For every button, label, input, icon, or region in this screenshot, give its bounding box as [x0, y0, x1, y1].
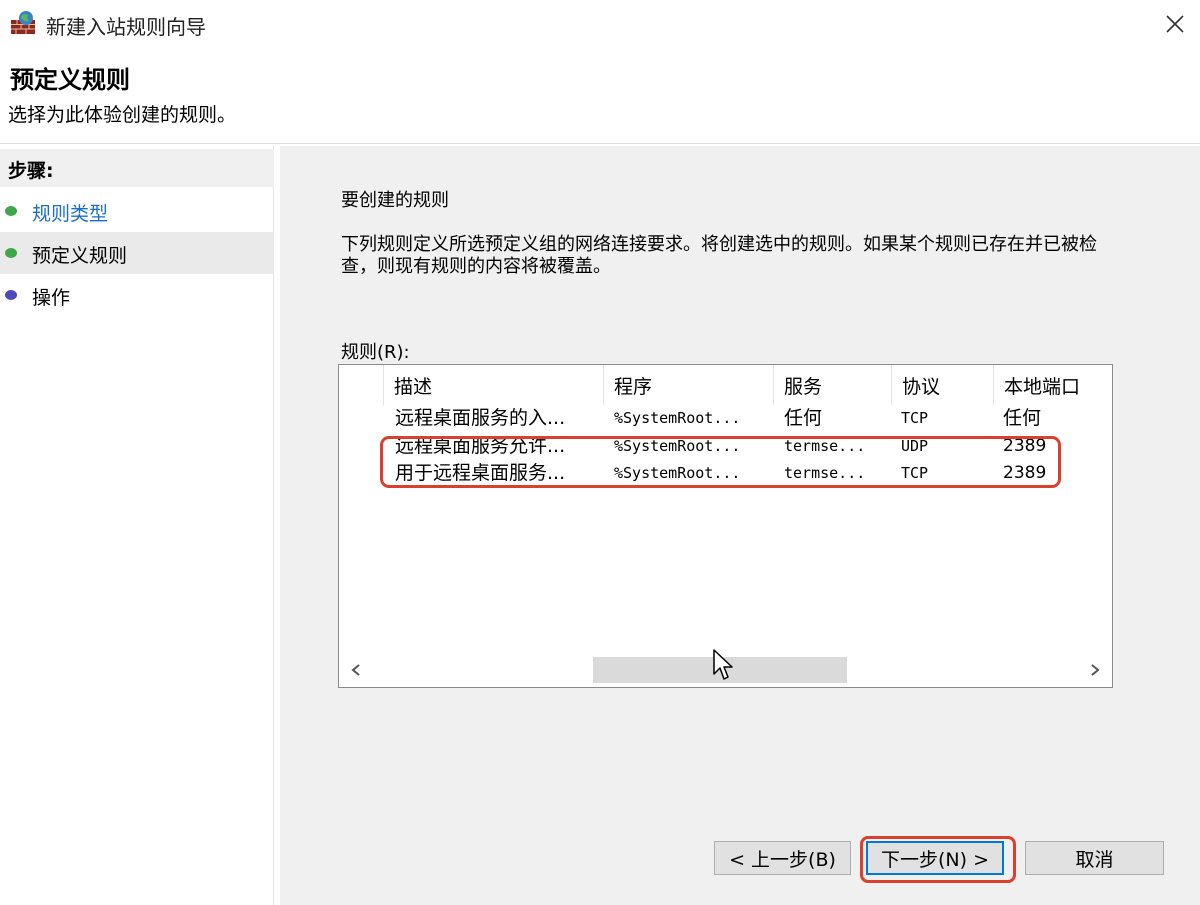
- rule-protocol: UDP: [901, 437, 929, 455]
- rule-service: termse...: [784, 464, 866, 482]
- rule-protocol: TCP: [901, 409, 929, 427]
- step-predefined-rules: 预定义规则: [0, 232, 274, 274]
- rule-row[interactable]: 远程桌面服务允许... %SystemRoot... termse... UDP…: [339, 433, 1112, 460]
- column-header-program[interactable]: 程序: [603, 365, 773, 405]
- steps-heading: 步骤:: [0, 149, 274, 187]
- rule-local-port: 2389: [1003, 463, 1047, 483]
- column-header-local-port[interactable]: 本地端口: [993, 365, 1112, 405]
- section-title: 要创建的规则: [341, 190, 449, 211]
- rule-description: 远程桌面服务允许...: [395, 435, 566, 457]
- scroll-right-button[interactable]: [1078, 653, 1112, 687]
- next-button[interactable]: 下一步(N) >: [866, 841, 1004, 875]
- close-button[interactable]: [1150, 0, 1200, 48]
- rule-description: 用于远程桌面服务...: [395, 462, 566, 484]
- page-title: 预定义规则: [10, 66, 130, 94]
- mouse-cursor-icon: [713, 649, 733, 680]
- rule-description: 远程桌面服务的入...: [395, 407, 566, 429]
- scroll-left-button[interactable]: [339, 653, 373, 687]
- rule-local-port: 2389: [1003, 436, 1047, 456]
- page-subtitle: 选择为此体验创建的规则。: [8, 104, 237, 126]
- step-label: 规则类型: [32, 203, 109, 225]
- section-description: 下列规则定义所选预定义组的网络连接要求。将创建选中的规则。如果某个规则已存在并已…: [341, 234, 1097, 277]
- chevron-right-icon: [1091, 664, 1100, 676]
- step-label: 预定义规则: [32, 245, 128, 267]
- rule-row[interactable]: 用于远程桌面服务... %SystemRoot... termse... TCP…: [339, 460, 1112, 487]
- step-rule-type[interactable]: 规则类型: [0, 190, 274, 232]
- rule-program: %SystemRoot...: [614, 409, 741, 427]
- chevron-left-icon: [351, 664, 360, 676]
- rule-local-port: 任何: [1003, 407, 1042, 429]
- step-label: 操作: [32, 287, 71, 309]
- wizard-header: 预定义规则 选择为此体验创建的规则。: [0, 48, 1200, 144]
- rule-row[interactable]: 远程桌面服务的入... %SystemRoot... 任何 TCP 任何: [339, 405, 1112, 432]
- rule-service: termse...: [784, 437, 866, 455]
- step-status-dot-icon: [5, 206, 17, 216]
- main-content: 要创建的规则 下列规则定义所选预定义组的网络连接要求。将创建选中的规则。如果某个…: [280, 146, 1200, 905]
- step-status-dot-icon: [5, 248, 17, 258]
- rule-program: %SystemRoot...: [614, 464, 741, 482]
- firewall-icon: [11, 11, 35, 34]
- title-bar: 新建入站规则向导: [0, 0, 1200, 48]
- column-header-service[interactable]: 服务: [773, 365, 891, 405]
- step-status-dot-icon: [5, 290, 17, 300]
- close-icon: [1166, 15, 1184, 33]
- rule-service: 任何: [784, 407, 823, 429]
- steps-sidebar: 步骤: 规则类型 预定义规则 操作: [0, 146, 274, 905]
- rules-list[interactable]: 描述 程序 服务 协议 本地端口 远程桌面服务的入... %SystemRoot…: [338, 364, 1113, 688]
- rule-program: %SystemRoot...: [614, 437, 741, 455]
- window-title: 新建入站规则向导: [46, 15, 206, 39]
- rule-protocol: TCP: [901, 464, 929, 482]
- column-header-description[interactable]: 描述: [383, 365, 603, 405]
- step-action: 操作: [0, 274, 274, 316]
- back-button[interactable]: < 上一步(B): [714, 841, 851, 875]
- column-header-protocol[interactable]: 协议: [891, 365, 993, 405]
- cancel-button[interactable]: 取消: [1025, 841, 1164, 875]
- rules-label: 规则(R):: [341, 342, 410, 363]
